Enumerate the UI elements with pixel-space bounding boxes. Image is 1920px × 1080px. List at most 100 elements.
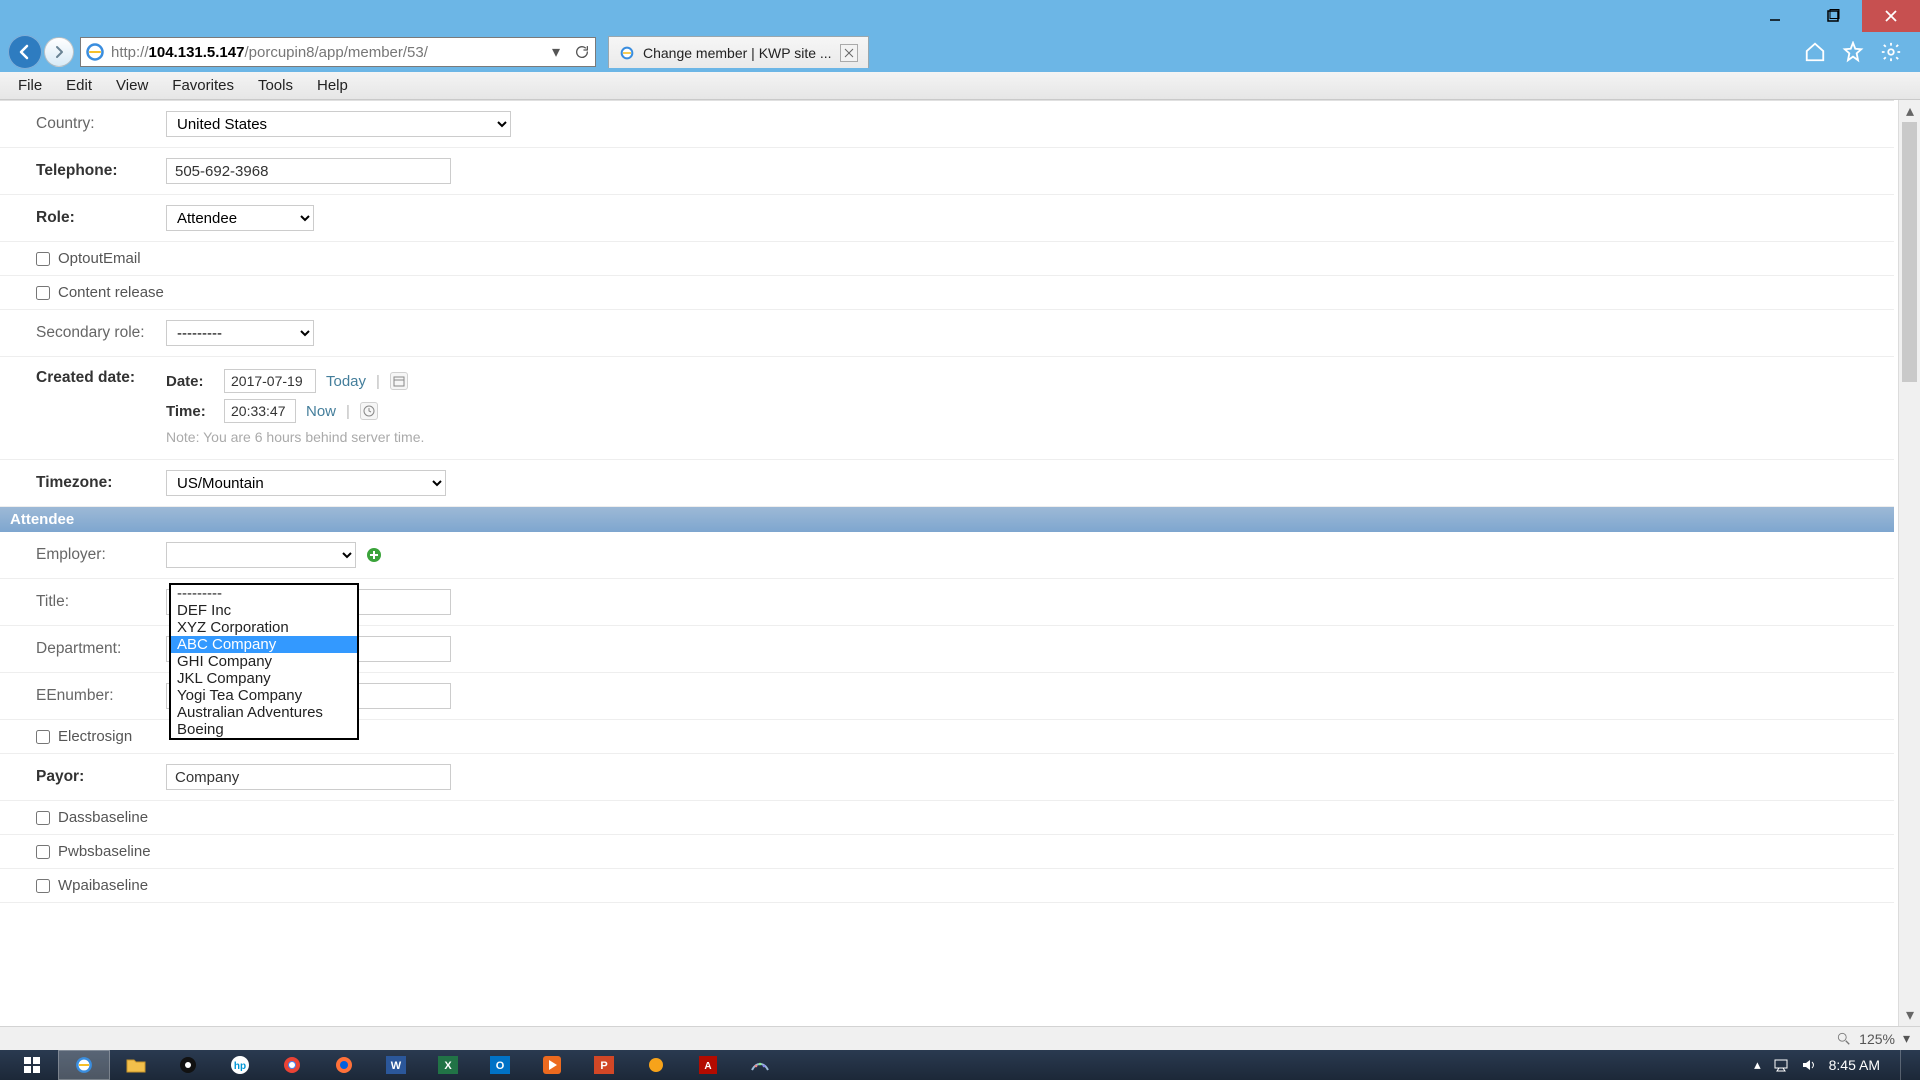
employer-option[interactable]: GHI Company [171, 653, 357, 670]
zoom-icon [1837, 1032, 1851, 1046]
settings-gear-icon[interactable] [1878, 39, 1904, 65]
employer-dropdown-list[interactable]: ---------DEF IncXYZ CorporationABC Compa… [169, 583, 359, 740]
tray-volume-icon[interactable] [1801, 1057, 1817, 1073]
wpaibaseline-checkbox[interactable] [36, 879, 50, 893]
menu-edit[interactable]: Edit [54, 73, 104, 98]
nav-forward-button[interactable] [44, 37, 74, 67]
content-release-checkbox[interactable] [36, 286, 50, 300]
taskbar-firefox-icon[interactable] [318, 1050, 370, 1080]
country-label: Country: [36, 115, 166, 133]
optout-email-label: OptoutEmail [58, 250, 141, 267]
tray-clock[interactable]: 8:45 AM [1829, 1057, 1880, 1073]
menu-tools[interactable]: Tools [246, 73, 305, 98]
taskbar-excel-icon[interactable]: X [422, 1050, 474, 1080]
timezone-note: Note: You are 6 hours behind server time… [166, 429, 424, 445]
employer-option[interactable]: ABC Company [171, 636, 357, 653]
taskbar-paint-icon[interactable] [734, 1050, 786, 1080]
role-select[interactable]: Attendee [166, 205, 314, 231]
vertical-scrollbar[interactable]: ▴ ▾ [1898, 100, 1920, 1026]
address-bar[interactable]: http://104.131.5.147/porcupin8/app/membe… [80, 37, 596, 67]
employer-option[interactable]: XYZ Corporation [171, 619, 357, 636]
employer-option[interactable]: Australian Adventures [171, 704, 357, 721]
pwbsbaseline-checkbox[interactable] [36, 845, 50, 859]
page-content: Country: United States Telephone: Role: … [0, 100, 1920, 1026]
system-tray[interactable]: ▴ 8:45 AM [1754, 1050, 1914, 1080]
now-link[interactable]: Now [306, 403, 336, 420]
home-icon[interactable] [1802, 39, 1828, 65]
time-input[interactable] [224, 399, 296, 423]
taskbar-ie-icon[interactable] [58, 1050, 110, 1080]
window-maximize-button[interactable] [1804, 0, 1862, 32]
clock-icon[interactable] [360, 402, 378, 420]
content-release-label: Content release [58, 284, 164, 301]
tray-chevron-icon[interactable]: ▴ [1754, 1057, 1761, 1073]
title-label: Title: [36, 593, 166, 611]
employer-option[interactable]: Yogi Tea Company [171, 687, 357, 704]
employer-option[interactable]: --------- [171, 585, 357, 602]
taskbar-acrobat-icon[interactable]: A [682, 1050, 734, 1080]
taskbar-chrome-icon[interactable] [266, 1050, 318, 1080]
window-minimize-button[interactable] [1746, 0, 1804, 32]
menu-help[interactable]: Help [305, 73, 360, 98]
address-dropdown-button[interactable]: ▾ [543, 42, 569, 62]
taskbar-hp-icon[interactable]: hp [214, 1050, 266, 1080]
dassbaseline-checkbox[interactable] [36, 811, 50, 825]
tray-action-center-icon[interactable] [1773, 1057, 1789, 1073]
taskbar-outlook-icon[interactable]: O [474, 1050, 526, 1080]
scroll-up-button[interactable]: ▴ [1899, 100, 1920, 122]
optout-email-checkbox[interactable] [36, 252, 50, 266]
employer-option[interactable]: Boeing [171, 721, 357, 738]
payor-input[interactable] [166, 764, 451, 790]
employer-label: Employer: [36, 546, 166, 564]
scroll-down-button[interactable]: ▾ [1899, 1004, 1920, 1026]
window-close-button[interactable] [1862, 0, 1920, 32]
section-header-attendee: Attendee [0, 507, 1894, 532]
svg-text:P: P [600, 1060, 607, 1072]
date-input[interactable] [224, 369, 316, 393]
taskbar-media-icon[interactable] [526, 1050, 578, 1080]
employer-option[interactable]: JKL Company [171, 670, 357, 687]
wpaibaseline-label: Wpaibaseline [58, 877, 148, 894]
add-employer-icon[interactable] [366, 547, 382, 563]
date-sublabel: Date: [166, 373, 214, 390]
electrosign-checkbox[interactable] [36, 730, 50, 744]
menu-favorites[interactable]: Favorites [160, 73, 246, 98]
secondary-role-label: Secondary role: [36, 324, 166, 342]
browser-tab[interactable]: Change member | KWP site ... [608, 36, 869, 68]
role-label: Role: [36, 209, 166, 227]
address-url[interactable]: http://104.131.5.147/porcupin8/app/membe… [109, 44, 543, 61]
show-desktop-button[interactable] [1900, 1050, 1910, 1080]
taskbar-explorer-icon[interactable] [110, 1050, 162, 1080]
tab-close-button[interactable] [840, 44, 858, 62]
country-select[interactable]: United States [166, 111, 511, 137]
favorites-star-icon[interactable] [1840, 39, 1866, 65]
browser-chrome: http://104.131.5.147/porcupin8/app/membe… [0, 32, 1920, 72]
employer-option[interactable]: DEF Inc [171, 602, 357, 619]
electrosign-label: Electrosign [58, 728, 132, 745]
timezone-select[interactable]: US/Mountain [166, 470, 446, 496]
telephone-input[interactable] [166, 158, 451, 184]
taskbar-app-icon-1[interactable] [162, 1050, 214, 1080]
zoom-level[interactable]: 125% [1859, 1031, 1895, 1047]
timezone-label: Timezone: [36, 474, 166, 492]
today-link[interactable]: Today [326, 373, 366, 390]
taskbar-word-icon[interactable]: W [370, 1050, 422, 1080]
scroll-thumb[interactable] [1902, 122, 1917, 382]
status-bar: 125% ▾ [0, 1026, 1920, 1050]
start-button[interactable] [6, 1050, 58, 1080]
taskbar-powerpoint-icon[interactable]: P [578, 1050, 630, 1080]
department-label: Department: [36, 640, 166, 658]
employer-select[interactable] [166, 542, 356, 568]
refresh-button[interactable] [569, 44, 595, 60]
menu-file[interactable]: File [6, 73, 54, 98]
menu-view[interactable]: View [104, 73, 160, 98]
nav-back-button[interactable] [8, 35, 42, 69]
dassbaseline-label: Dassbaseline [58, 809, 148, 826]
svg-text:A: A [704, 1061, 711, 1072]
calendar-icon[interactable] [390, 372, 408, 390]
svg-text:X: X [444, 1060, 452, 1072]
taskbar-app-icon-2[interactable] [630, 1050, 682, 1080]
zoom-dropdown-icon[interactable]: ▾ [1903, 1030, 1910, 1047]
time-sublabel: Time: [166, 403, 214, 420]
secondary-role-select[interactable]: --------- [166, 320, 314, 346]
